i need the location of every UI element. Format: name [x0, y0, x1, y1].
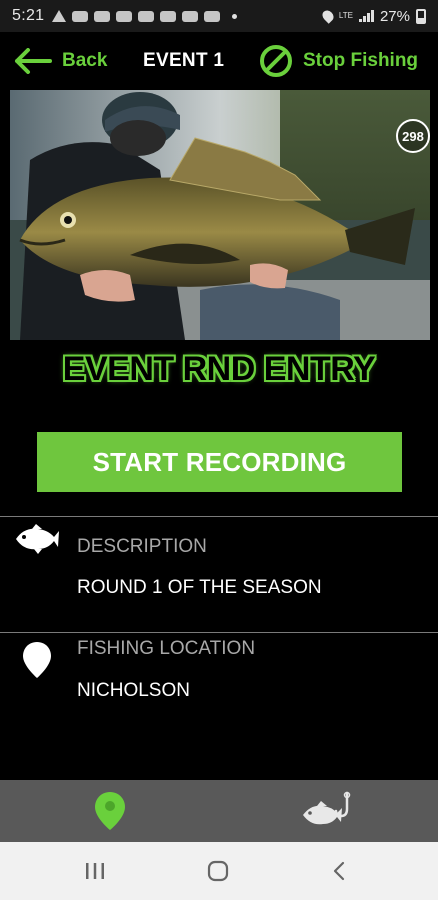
notification-icons: [52, 10, 238, 22]
fishing-location-value: NICHOLSON: [77, 680, 190, 701]
top-bar: Back EVENT 1 Stop Fishing: [0, 32, 438, 90]
map-pin-icon: [23, 642, 51, 678]
fishing-location-label: FISHING LOCATION: [77, 638, 256, 659]
notification-icon: [94, 10, 111, 22]
home-button[interactable]: [178, 842, 258, 900]
stop-fishing-label: Stop Fishing: [303, 50, 419, 71]
status-bar: 5:21 LTE 27%: [0, 0, 438, 32]
stop-fishing-button[interactable]: Stop Fishing: [259, 44, 418, 78]
fishing-location-row: FISHING LOCATION NICHOLSON: [0, 633, 438, 778]
arrow-left-icon: [15, 48, 52, 74]
bottom-navigation: [0, 780, 438, 842]
recent-apps-button[interactable]: [55, 842, 135, 900]
battery-percent: 27%: [379, 7, 410, 25]
notification-icon: [204, 10, 221, 22]
back-button[interactable]: Back: [14, 44, 107, 78]
system-navigation-bar: [0, 842, 438, 900]
nav-catch-tab[interactable]: [219, 780, 438, 842]
signal-icon: [358, 10, 374, 22]
back-label: Back: [62, 50, 108, 71]
fish-hook-icon: [302, 791, 350, 825]
photo-count-badge[interactable]: 298: [396, 119, 430, 153]
angler-fish-photo: [10, 90, 430, 340]
back-icon: [333, 861, 345, 881]
system-back-button[interactable]: [300, 842, 380, 900]
notification-icon: [182, 10, 199, 22]
warning-icon: [52, 10, 67, 22]
page-title: EVENT 1: [143, 50, 225, 71]
description-row: DESCRIPTION ROUND 1 OF THE SEASON: [0, 517, 438, 632]
map-pin-icon: [94, 792, 125, 830]
notification-icon: [116, 10, 133, 22]
description-value: ROUND 1 OF THE SEASON: [77, 577, 322, 598]
description-label: DESCRIPTION: [77, 536, 207, 557]
network-type-label: LTE: [338, 11, 353, 20]
home-icon: [207, 860, 229, 882]
block-icon: [260, 45, 292, 77]
location-status-icon: [320, 8, 336, 24]
more-notifications-icon: [232, 13, 238, 19]
notification-icon: [138, 10, 155, 22]
status-time: 5:21: [12, 7, 45, 24]
notification-icon: [160, 10, 177, 22]
event-headline: EVENT RND ENTRY: [62, 350, 376, 388]
nav-map-tab[interactable]: [0, 780, 219, 842]
start-recording-button[interactable]: START RECORDING: [37, 432, 402, 492]
battery-icon: [416, 8, 426, 24]
fish-icon: [16, 524, 59, 554]
recent-apps-icon: [86, 863, 104, 879]
notification-icon: [72, 10, 89, 22]
event-photo: 298: [10, 90, 430, 340]
